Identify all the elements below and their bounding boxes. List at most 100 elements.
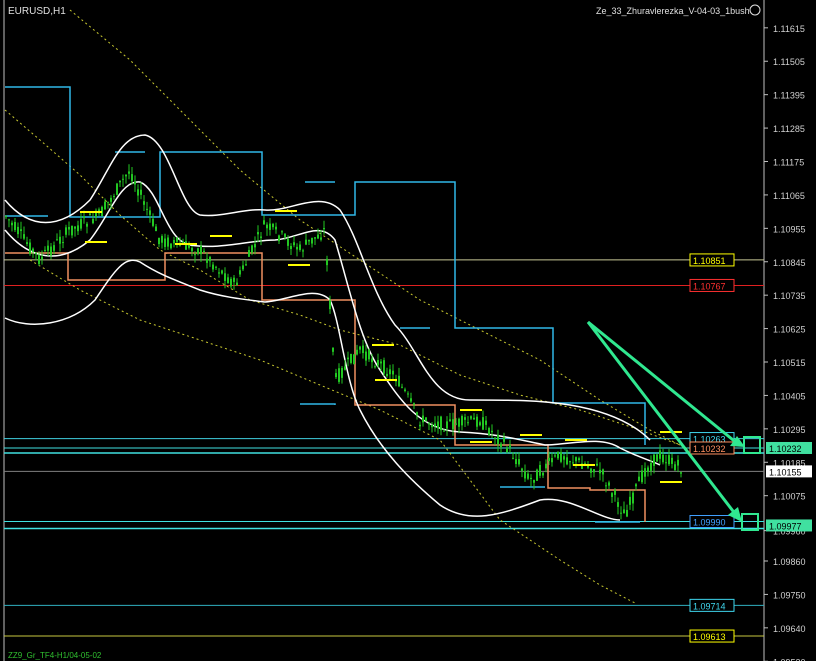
candle-body [170, 243, 172, 249]
symbol-label: EURUSD,H1 [8, 6, 66, 17]
candle-body [326, 258, 328, 266]
candle-body [392, 370, 394, 375]
price-tag-label: 1.09977 [769, 521, 802, 531]
candle-body [533, 479, 535, 483]
candle-body [107, 201, 109, 203]
candle-body [638, 476, 640, 482]
candle-body [599, 469, 601, 474]
candle-body [38, 255, 40, 265]
candle-body [389, 369, 391, 375]
candle-body [380, 361, 382, 364]
candle-body [650, 462, 652, 471]
candle-body [593, 469, 595, 473]
candle-body [353, 354, 355, 365]
candle-body [605, 485, 607, 487]
price-tick-label: 1.09640 [773, 624, 806, 634]
candle-body [374, 366, 376, 368]
price-tick-label: 1.09750 [773, 590, 806, 600]
candle-body [596, 463, 598, 466]
price-chart[interactable]: 1.11615 1.11505 1.11395 1.11285 1.11175 1.110… [0, 0, 816, 661]
candle-body [41, 256, 43, 260]
candle-body [377, 359, 379, 366]
candle-body [176, 237, 178, 242]
candle-body [401, 386, 403, 388]
candle-body [86, 223, 88, 227]
candle-body [89, 213, 91, 216]
candle-body [317, 234, 319, 239]
candle-body [413, 403, 415, 405]
candle-body [347, 357, 349, 360]
candle-body [416, 412, 418, 415]
candle-body [278, 235, 280, 242]
candle-body [578, 458, 580, 461]
candle-body [440, 416, 442, 431]
candle-body [332, 347, 334, 352]
candle-body [35, 252, 37, 254]
candle-body [422, 415, 424, 423]
candle-body [11, 222, 13, 226]
candle-body [245, 264, 247, 266]
candle-body [299, 244, 301, 250]
candle-body [368, 349, 370, 360]
candle-body [575, 457, 577, 462]
candle-body [56, 239, 58, 241]
candle-body [677, 459, 679, 466]
candle-body [269, 223, 271, 230]
candle-body [230, 278, 232, 287]
candle-body [260, 236, 262, 238]
candle-body [53, 245, 55, 251]
candle-body [491, 430, 493, 433]
price-tick-label: 1.11065 [773, 191, 805, 201]
candle-body [506, 447, 508, 453]
candle-body [164, 238, 166, 247]
candle-body [17, 226, 19, 235]
candle-body [233, 277, 235, 282]
candle-body [293, 242, 295, 246]
candle-body [185, 241, 187, 250]
candle-body [611, 493, 613, 497]
candle-body [521, 468, 523, 471]
candle-body [566, 457, 568, 465]
candle-body [443, 430, 445, 432]
candle-body [671, 457, 673, 464]
price-tick-label: 1.10515 [773, 358, 806, 368]
candle-body [71, 225, 73, 236]
candle-body [275, 226, 277, 230]
price-tick-label: 1.10845 [773, 258, 806, 268]
candle-body [251, 245, 253, 253]
candle-body [641, 470, 643, 483]
candle-body [398, 375, 400, 387]
candle-body [620, 512, 622, 514]
candle-body [434, 423, 436, 427]
level-label: 1.10232 [693, 444, 726, 454]
candle-body [50, 246, 52, 256]
candle-body [647, 467, 649, 472]
candle-body [512, 457, 514, 459]
candle-body [173, 240, 175, 244]
candle-body [83, 216, 85, 219]
candle-body [629, 496, 631, 505]
candle-body [5, 216, 7, 218]
candle-body [536, 469, 538, 481]
candle-body [206, 258, 208, 263]
candle-body [161, 236, 163, 243]
candle-body [80, 219, 82, 229]
candle-body [488, 428, 490, 435]
candle-body [365, 351, 367, 361]
candle-body [68, 227, 70, 230]
candle-body [197, 248, 199, 254]
candle-body [122, 178, 124, 180]
candle-body [47, 245, 49, 251]
candle-body [155, 226, 157, 232]
candle-body [545, 463, 547, 469]
candle-body [590, 468, 592, 473]
candle-body [665, 462, 667, 464]
price-tick-label: 1.10075 [773, 492, 806, 502]
candle-body [338, 368, 340, 382]
candle-body [626, 509, 628, 517]
candle-body [410, 398, 412, 402]
candle-body [20, 229, 22, 232]
candle-body [467, 422, 469, 424]
candle-body [425, 417, 427, 421]
candle-body [167, 237, 169, 247]
